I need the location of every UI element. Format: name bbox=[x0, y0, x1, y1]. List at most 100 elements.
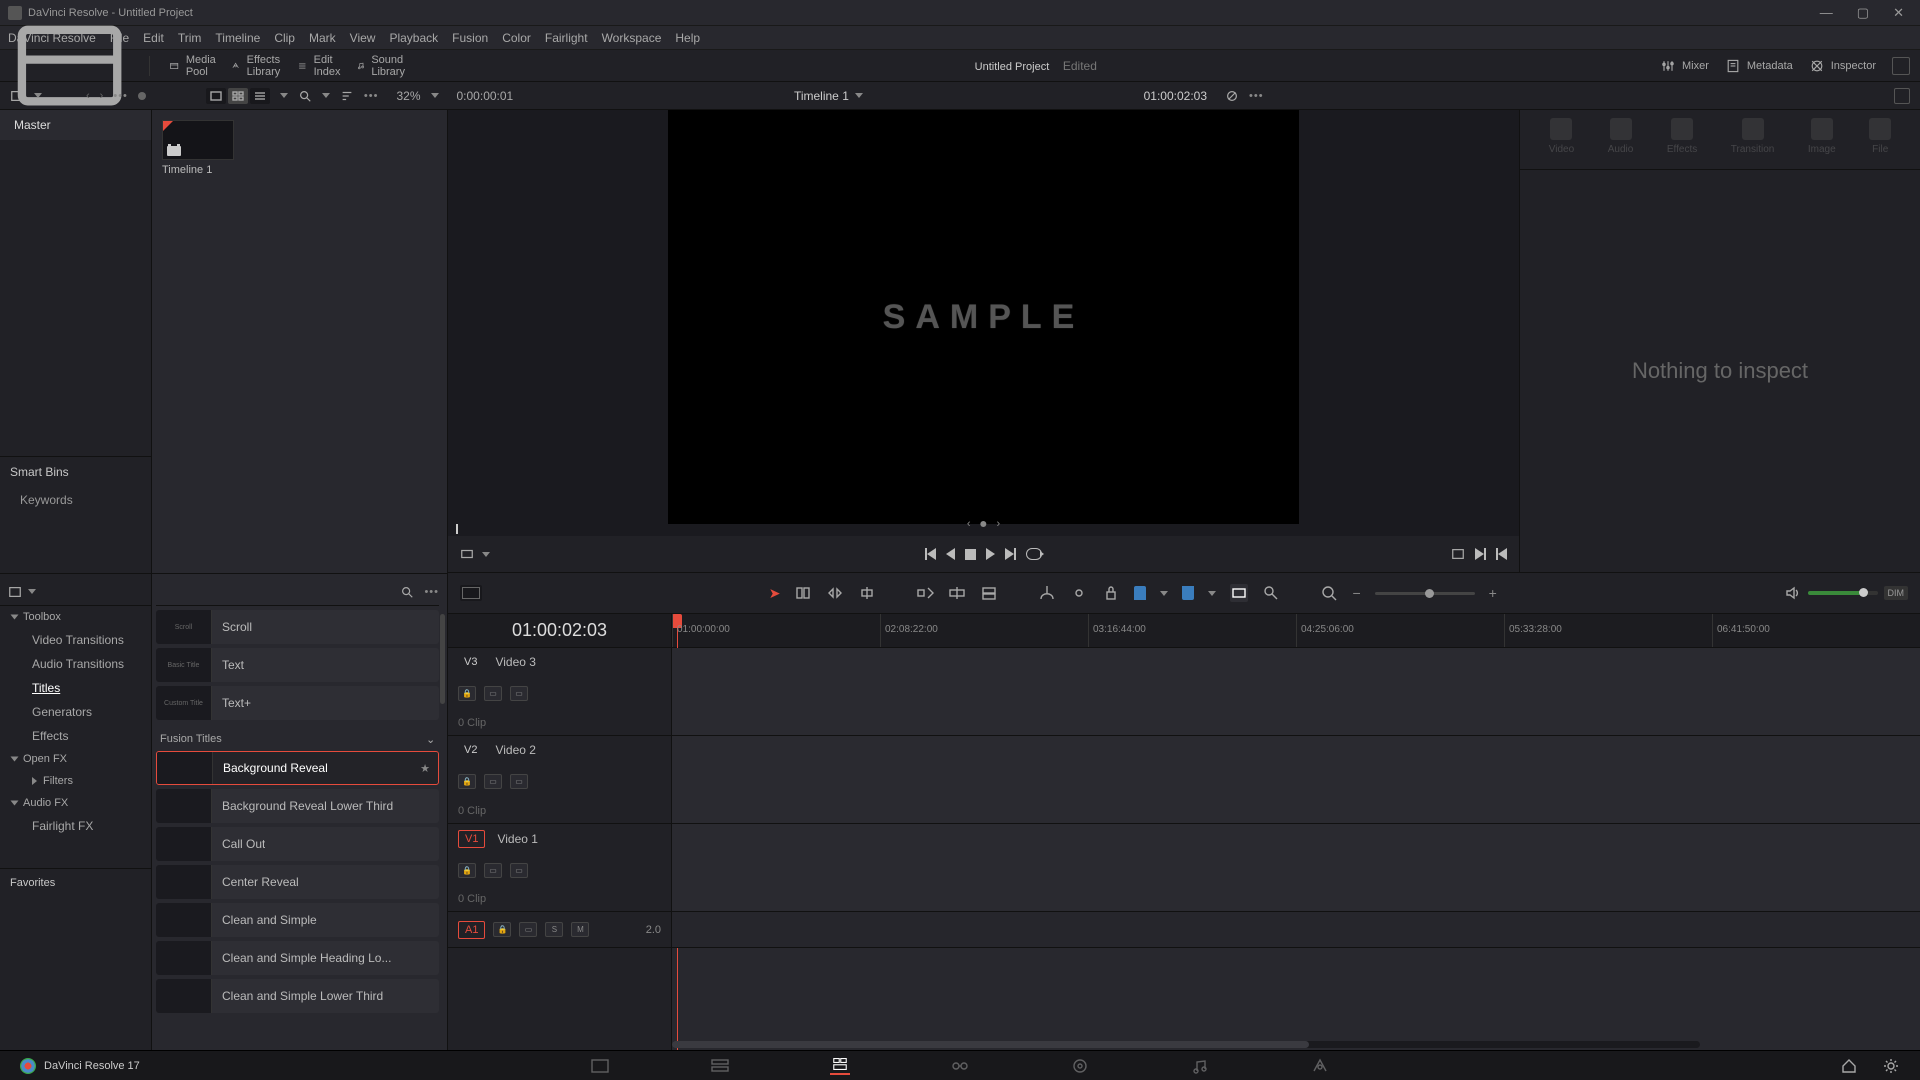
dim-button[interactable]: DIM bbox=[1884, 586, 1909, 600]
title-item[interactable]: Custom TitleText+ bbox=[156, 686, 439, 720]
lock-track-icon[interactable]: 🔒 bbox=[458, 863, 476, 878]
video-track-lane[interactable] bbox=[672, 648, 1920, 736]
expand-viewer-button[interactable] bbox=[1894, 88, 1910, 104]
view-dropdown-icon[interactable] bbox=[280, 93, 288, 98]
menu-color[interactable]: Color bbox=[502, 31, 531, 45]
timeline-scrollbar[interactable] bbox=[672, 1041, 1700, 1048]
fusion-title-item[interactable]: Clean and Simple Heading Lo... bbox=[156, 941, 439, 975]
inspector-button[interactable]: Inspector bbox=[1809, 57, 1876, 75]
keywords-bin[interactable]: Keywords bbox=[0, 487, 151, 513]
effects-library-button[interactable]: Effects Library bbox=[231, 54, 287, 78]
metadata-view-icon[interactable] bbox=[206, 88, 226, 104]
track-id[interactable]: A1 bbox=[458, 921, 485, 939]
insert-clip-icon[interactable] bbox=[916, 584, 934, 602]
audiofx-node[interactable]: Audio FX bbox=[0, 792, 151, 814]
minimize-button[interactable]: — bbox=[1820, 5, 1833, 21]
razor-icon[interactable] bbox=[1038, 584, 1056, 602]
panel-dropdown-icon[interactable] bbox=[28, 589, 36, 594]
favorite-star-icon[interactable]: ★ bbox=[420, 762, 430, 775]
toolbox-node[interactable]: Toolbox bbox=[0, 606, 151, 628]
disable-track-icon[interactable]: ▭ bbox=[510, 686, 528, 701]
effects-node[interactable]: Effects bbox=[0, 724, 151, 748]
timeline-clip[interactable]: Timeline 1 bbox=[162, 120, 234, 176]
fusion-title-item[interactable]: Clean and Simple bbox=[156, 903, 439, 937]
mute-button[interactable]: M bbox=[571, 922, 589, 937]
dynamic-trim-icon[interactable] bbox=[826, 584, 844, 602]
fusion-title-item[interactable]: Call Out bbox=[156, 827, 439, 861]
audio-track-lane[interactable] bbox=[672, 912, 1920, 948]
edit-index-button[interactable]: Edit Index bbox=[297, 54, 346, 78]
panel-icon[interactable] bbox=[8, 585, 22, 599]
inspector-tab-video[interactable]: Video bbox=[1549, 118, 1574, 169]
search-dropdown-icon[interactable] bbox=[322, 93, 330, 98]
video-track-lane[interactable] bbox=[672, 736, 1920, 824]
smart-bins-header[interactable]: Smart Bins bbox=[0, 456, 151, 487]
deliver-page-icon[interactable] bbox=[1310, 1057, 1330, 1075]
match-frame-icon[interactable] bbox=[1451, 547, 1465, 561]
in-dropdown-icon[interactable] bbox=[482, 552, 490, 557]
media-pool-button[interactable]: Media Pool bbox=[169, 54, 221, 78]
audio-transitions-node[interactable]: Audio Transitions bbox=[0, 652, 151, 676]
inspector-tab-image[interactable]: Image bbox=[1808, 118, 1836, 169]
overwrite-clip-icon[interactable] bbox=[948, 584, 966, 602]
sound-library-button[interactable]: Sound Library bbox=[356, 54, 412, 78]
nav-fwd-icon[interactable]: › bbox=[100, 90, 104, 102]
fusion-titles-header[interactable]: Fusion Titles ⌃ bbox=[156, 724, 439, 751]
timeline-ruler[interactable]: 01:00:00:0002:08:22:0003:16:44:0004:25:0… bbox=[672, 614, 1920, 648]
audio-track-header[interactable]: A1 🔒 ▭ S M 2.0 bbox=[448, 912, 671, 948]
timeline-view-options-icon[interactable] bbox=[460, 585, 482, 601]
close-button[interactable]: ✕ bbox=[1893, 5, 1904, 21]
lock-icon[interactable] bbox=[1102, 584, 1120, 602]
scrollbar[interactable] bbox=[440, 614, 445, 704]
timeline-timecode[interactable]: 01:00:02:03 bbox=[448, 614, 671, 648]
options-dots-icon[interactable]: ••• bbox=[364, 90, 379, 102]
filters-node[interactable]: Filters bbox=[0, 770, 151, 792]
zoom-dropdown-icon[interactable] bbox=[431, 93, 439, 98]
flag-blue-icon[interactable] bbox=[1134, 586, 1146, 600]
timeline-name[interactable]: Timeline 1 bbox=[794, 89, 849, 103]
play-button[interactable] bbox=[986, 548, 995, 560]
volume-slider[interactable] bbox=[1808, 591, 1878, 595]
replace-clip-icon[interactable] bbox=[980, 584, 998, 602]
next-marker-icon[interactable]: › bbox=[997, 518, 1001, 530]
selection-tool-icon[interactable]: ➤ bbox=[769, 585, 781, 602]
title-item[interactable]: ScrollScroll bbox=[156, 610, 439, 644]
auto-select-icon[interactable]: ▭ bbox=[484, 863, 502, 878]
home-icon[interactable] bbox=[1840, 1057, 1858, 1075]
dropdown-icon[interactable] bbox=[34, 93, 42, 98]
color-page-icon[interactable] bbox=[1070, 1057, 1090, 1075]
maximize-button[interactable]: ▢ bbox=[1857, 5, 1869, 21]
zoom-in-icon[interactable]: + bbox=[1489, 585, 1497, 601]
metadata-button[interactable]: Metadata bbox=[1725, 57, 1793, 75]
inspector-tab-audio[interactable]: Audio bbox=[1608, 118, 1634, 169]
sort-icon[interactable] bbox=[340, 89, 354, 103]
titles-node[interactable]: Titles bbox=[0, 676, 151, 700]
fusion-title-item[interactable]: Background Reveal★ bbox=[156, 751, 439, 785]
fusion-page-icon[interactable] bbox=[950, 1057, 970, 1075]
bypass-icon[interactable] bbox=[1225, 89, 1239, 103]
auto-select-icon[interactable]: ▭ bbox=[484, 774, 502, 789]
record-timecode[interactable]: 01:00:02:03 bbox=[1144, 89, 1207, 103]
track-id[interactable]: V1 bbox=[458, 830, 485, 848]
mixer-button[interactable]: Mixer bbox=[1660, 57, 1709, 75]
solo-button[interactable]: S bbox=[545, 922, 563, 937]
prev-marker-icon[interactable]: ‹ bbox=[967, 518, 971, 530]
fairlightfx-node[interactable]: Fairlight FX bbox=[0, 814, 151, 838]
video-track-lane[interactable] bbox=[672, 824, 1920, 912]
video-transitions-node[interactable]: Video Transitions bbox=[0, 628, 151, 652]
marker-blue-icon[interactable] bbox=[1182, 586, 1194, 600]
lock-track-icon[interactable]: 🔒 bbox=[458, 774, 476, 789]
track-id[interactable]: V2 bbox=[458, 742, 483, 758]
snapping-icon[interactable] bbox=[1230, 584, 1248, 602]
blade-tool-icon[interactable] bbox=[858, 584, 876, 602]
list-options-icon[interactable]: ••• bbox=[424, 586, 439, 598]
cut-page-icon[interactable] bbox=[710, 1057, 730, 1075]
last-frame-button[interactable] bbox=[1005, 548, 1016, 560]
lock-track-icon[interactable]: 🔒 bbox=[493, 922, 511, 937]
viewer-options-icon[interactable]: ••• bbox=[1249, 90, 1264, 102]
inspector-tab-effects[interactable]: Effects bbox=[1667, 118, 1697, 169]
menu-fusion[interactable]: Fusion bbox=[452, 31, 488, 45]
link-icon[interactable] bbox=[1070, 584, 1088, 602]
disable-track-icon[interactable]: ▭ bbox=[510, 863, 528, 878]
openfx-node[interactable]: Open FX bbox=[0, 748, 151, 770]
